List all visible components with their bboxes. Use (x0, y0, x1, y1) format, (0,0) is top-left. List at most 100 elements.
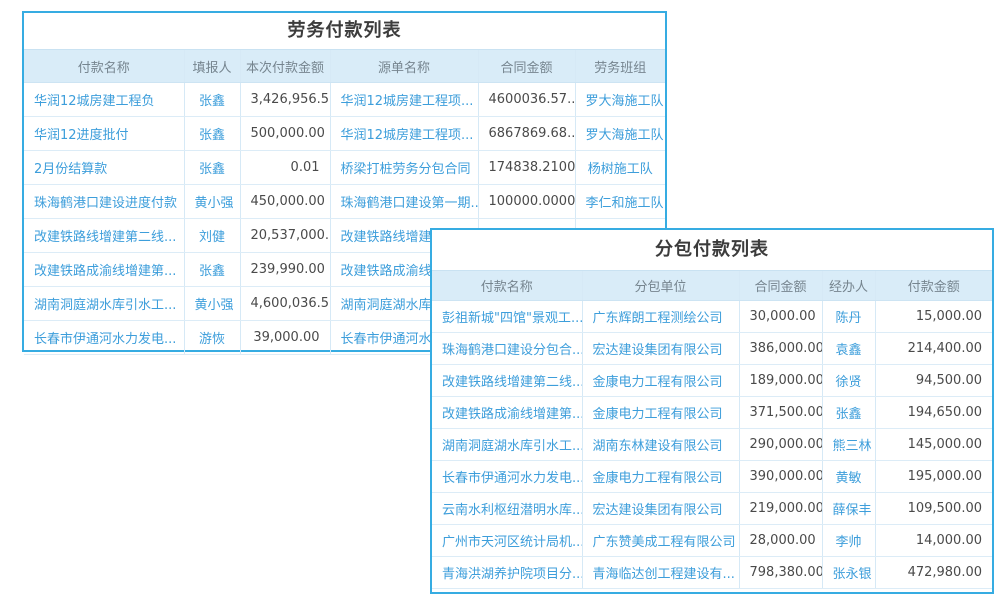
cell-link[interactable]: 金康电力工程有限公司 (582, 365, 739, 397)
cell-link[interactable]: 华润12城房建工程项... (330, 83, 478, 117)
table-row: 彭祖新城"四馆"景观工...广东辉朗工程测绘公司30,000.00陈丹15,00… (432, 301, 992, 333)
cell-link[interactable]: 黄小强 (184, 287, 240, 321)
cell-value: 20,537,000.00 (240, 219, 330, 253)
cell-link[interactable]: 游恢 (184, 321, 240, 355)
cell-link[interactable]: 宏达建设集团有限公司 (582, 493, 739, 525)
cell-link[interactable]: 珠海鹤港口建设第一期... (330, 185, 478, 219)
cell-link[interactable]: 薛保丰 (822, 493, 875, 525)
cell-link[interactable]: 金康电力工程有限公司 (582, 397, 739, 429)
table-row: 华润12进度批付张鑫500,000.00华润12城房建工程项...6867869… (24, 117, 665, 151)
column-header: 分包单位 (582, 271, 739, 301)
cell-link[interactable]: 徐贤 (822, 365, 875, 397)
cell-value: 4600036.57... (478, 83, 575, 117)
subcontract-payment-table: 付款名称分包单位合同金额经办人付款金额彭祖新城"四馆"景观工...广东辉朗工程测… (432, 270, 992, 589)
cell-link[interactable]: 张鑫 (184, 151, 240, 185)
cell-link[interactable]: 长春市伊通河水力发电... (24, 321, 184, 355)
cell-link[interactable]: 金康电力工程有限公司 (582, 461, 739, 493)
cell-link[interactable]: 改建铁路线增建第二线... (432, 365, 582, 397)
column-header: 付款名称 (432, 271, 582, 301)
cell-link[interactable]: 广州市天河区统计局机... (432, 525, 582, 557)
cell-value: 500,000.00 (240, 117, 330, 151)
cell-value: 214,400.00 (875, 333, 992, 365)
subcontract-payment-table-card: 分包付款列表 付款名称分包单位合同金额经办人付款金额彭祖新城"四馆"景观工...… (430, 228, 994, 594)
cell-link[interactable]: 熊三林 (822, 429, 875, 461)
cell-link[interactable]: 陈丹 (822, 301, 875, 333)
cell-link[interactable]: 广东辉朗工程测绘公司 (582, 301, 739, 333)
cell-link[interactable]: 黄敏 (822, 461, 875, 493)
table-row: 改建铁路线增建第二线...金康电力工程有限公司189,000.00徐贤94,50… (432, 365, 992, 397)
cell-link[interactable]: 珠海鹤港口建设分包合... (432, 333, 582, 365)
cell-link[interactable]: 湖南洞庭湖水库引水工... (24, 287, 184, 321)
cell-link[interactable]: 张鑫 (822, 397, 875, 429)
labor-table-title: 劳务付款列表 (24, 13, 665, 49)
cell-link[interactable]: 青海临达创工程建设有... (582, 557, 739, 589)
cell-link[interactable]: 桥梁打桩劳务分包合同 (330, 151, 478, 185)
cell-value: 195,000.00 (875, 461, 992, 493)
cell-link[interactable]: 改建铁路成渝线增建第... (24, 253, 184, 287)
cell-link[interactable]: 2月份结算款 (24, 151, 184, 185)
cell-link[interactable]: 青海洪湖养护院项目分... (432, 557, 582, 589)
column-header: 经办人 (822, 271, 875, 301)
cell-link[interactable]: 华润12进度批付 (24, 117, 184, 151)
cell-link[interactable]: 张鑫 (184, 83, 240, 117)
cell-link[interactable]: 黄小强 (184, 185, 240, 219)
cell-value: 239,990.00 (240, 253, 330, 287)
cell-value: 6867869.68... (478, 117, 575, 151)
cell-value: 472,980.00 (875, 557, 992, 589)
cell-value: 219,000.00 (739, 493, 822, 525)
cell-link[interactable]: 袁鑫 (822, 333, 875, 365)
cell-link[interactable]: 湖南洞庭湖水库引水工... (432, 429, 582, 461)
cell-link[interactable]: 华润12城房建工程负 (24, 83, 184, 117)
cell-value: 14,000.00 (875, 525, 992, 557)
cell-value: 15,000.00 (875, 301, 992, 333)
cell-link[interactable]: 杨树施工队 (575, 151, 665, 185)
column-header: 合同金额 (739, 271, 822, 301)
table-row: 云南水利枢纽潜明水库...宏达建设集团有限公司219,000.00薛保丰109,… (432, 493, 992, 525)
cell-link[interactable]: 改建铁路线增建第二线... (24, 219, 184, 253)
cell-link[interactable]: 李仁和施工队 (575, 185, 665, 219)
cell-value: 0.01 (240, 151, 330, 185)
cell-link[interactable]: 珠海鹤港口建设进度付款 (24, 185, 184, 219)
table-row: 长春市伊通河水力发电...金康电力工程有限公司390,000.00黄敏195,0… (432, 461, 992, 493)
cell-value: 450,000.00 (240, 185, 330, 219)
table-row: 珠海鹤港口建设分包合...宏达建设集团有限公司386,000.00袁鑫214,4… (432, 333, 992, 365)
table-row: 华润12城房建工程负张鑫3,426,956.57华润12城房建工程项...460… (24, 83, 665, 117)
cell-link[interactable]: 长春市伊通河水力发电... (432, 461, 582, 493)
cell-value: 194,650.00 (875, 397, 992, 429)
cell-link[interactable]: 彭祖新城"四馆"景观工... (432, 301, 582, 333)
column-header: 填报人 (184, 50, 240, 83)
cell-link[interactable]: 张鑫 (184, 117, 240, 151)
cell-link[interactable]: 华润12城房建工程项... (330, 117, 478, 151)
column-header: 付款名称 (24, 50, 184, 83)
table-row: 2月份结算款张鑫0.01桥梁打桩劳务分包合同174838.2100杨树施工队 (24, 151, 665, 185)
cell-value: 30,000.00 (739, 301, 822, 333)
cell-value: 109,500.00 (875, 493, 992, 525)
cell-link[interactable]: 罗大海施工队 (575, 83, 665, 117)
cell-link[interactable]: 张永银 (822, 557, 875, 589)
page-background: 劳务付款列表 付款名称填报人本次付款金额源单名称合同金额劳务班组华润12城房建工… (0, 0, 1000, 600)
column-header: 付款金额 (875, 271, 992, 301)
table-row: 广州市天河区统计局机...广东赞美成工程有限公司28,000.00李帅14,00… (432, 525, 992, 557)
cell-link[interactable]: 广东赞美成工程有限公司 (582, 525, 739, 557)
cell-value: 390,000.00 (739, 461, 822, 493)
table-row: 珠海鹤港口建设进度付款黄小强450,000.00珠海鹤港口建设第一期...100… (24, 185, 665, 219)
cell-link[interactable]: 李帅 (822, 525, 875, 557)
cell-link[interactable]: 宏达建设集团有限公司 (582, 333, 739, 365)
cell-value: 189,000.00 (739, 365, 822, 397)
cell-link[interactable]: 云南水利枢纽潜明水库... (432, 493, 582, 525)
cell-link[interactable]: 湖南东林建设有限公司 (582, 429, 739, 461)
column-header: 源单名称 (330, 50, 478, 83)
column-header: 本次付款金额 (240, 50, 330, 83)
cell-value: 3,426,956.57 (240, 83, 330, 117)
header-row: 付款名称分包单位合同金额经办人付款金额 (432, 271, 992, 301)
cell-link[interactable]: 改建铁路成渝线增建第... (432, 397, 582, 429)
table-row: 改建铁路成渝线增建第...金康电力工程有限公司371,500.00张鑫194,6… (432, 397, 992, 429)
cell-value: 39,000.00 (240, 321, 330, 355)
cell-value: 145,000.00 (875, 429, 992, 461)
cell-link[interactable]: 罗大海施工队 (575, 117, 665, 151)
cell-value: 28,000.00 (739, 525, 822, 557)
cell-value: 94,500.00 (875, 365, 992, 397)
cell-link[interactable]: 刘健 (184, 219, 240, 253)
cell-value: 174838.2100 (478, 151, 575, 185)
cell-link[interactable]: 张鑫 (184, 253, 240, 287)
